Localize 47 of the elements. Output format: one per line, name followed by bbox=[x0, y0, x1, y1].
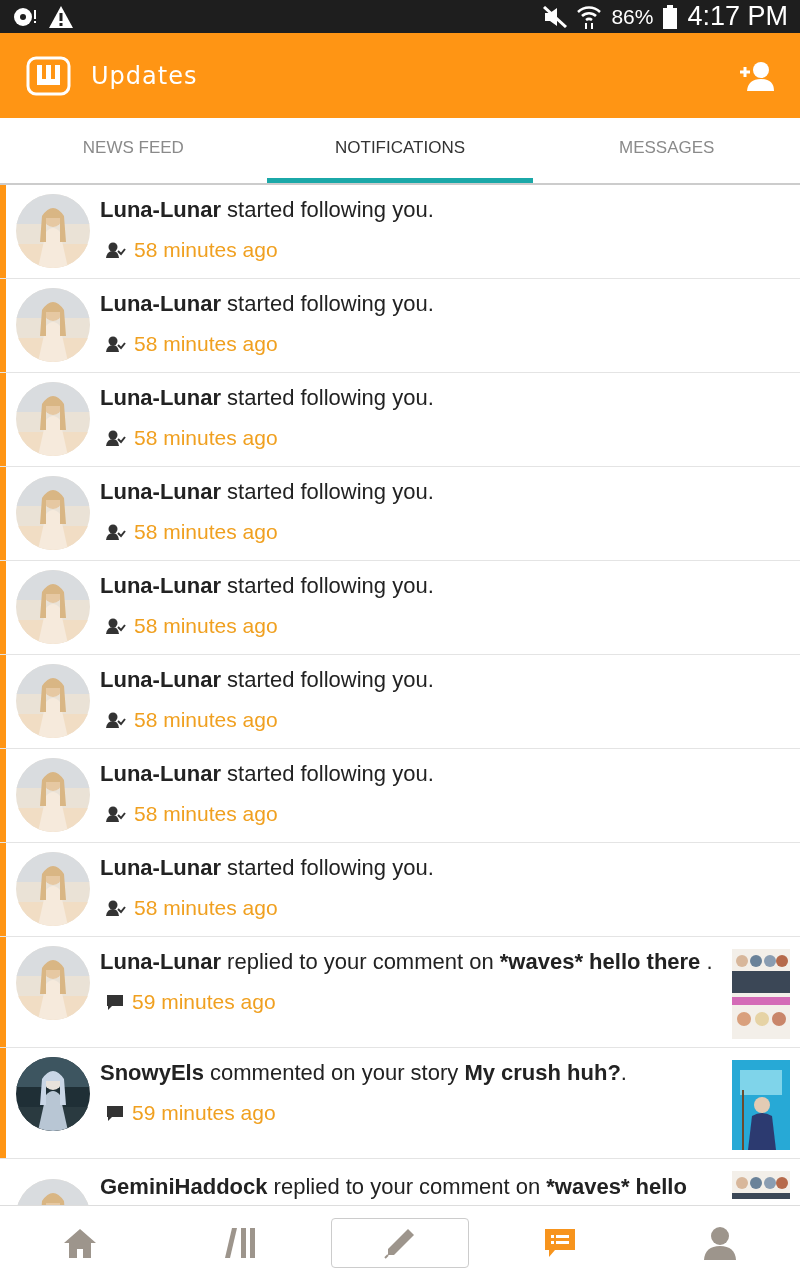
comment-icon bbox=[106, 1104, 124, 1122]
user-check-icon bbox=[106, 242, 126, 258]
battery-icon bbox=[663, 4, 678, 29]
user-check-icon bbox=[106, 712, 126, 728]
notification-text: Luna-Lunar replied to your comment on *waves* hello there . bbox=[100, 948, 714, 976]
warning-icon bbox=[48, 4, 74, 29]
app-logo-icon[interactable] bbox=[26, 55, 71, 96]
notification-text: Luna-Lunar started following you. bbox=[100, 290, 435, 318]
notification-text: Luna-Lunar started following you. bbox=[100, 196, 435, 224]
notification-text: SnowyEls commented on your story My crush huh?. bbox=[100, 1059, 628, 1087]
timestamp: 59 minutes ago bbox=[132, 990, 276, 1014]
timestamp: 58 minutes ago bbox=[134, 614, 278, 638]
timestamp: 58 minutes ago bbox=[134, 426, 278, 450]
user-check-icon bbox=[106, 524, 126, 540]
library-icon[interactable] bbox=[224, 1227, 256, 1259]
tab[interactable]: MESSAGES bbox=[533, 118, 800, 183]
timestamp: 58 minutes ago bbox=[134, 520, 278, 544]
battery-level: 86% bbox=[611, 4, 654, 29]
timestamp: 58 minutes ago bbox=[134, 802, 278, 826]
timestamp: 58 minutes ago bbox=[134, 708, 278, 732]
notification-text: Luna-Lunar started following you. bbox=[100, 384, 435, 412]
mute-icon bbox=[543, 5, 568, 28]
wifi-icon bbox=[577, 3, 602, 30]
clock: 4:17 PM bbox=[687, 1, 788, 32]
user-check-icon bbox=[106, 336, 126, 352]
user-check-icon bbox=[106, 618, 126, 634]
comment-icon bbox=[106, 993, 124, 1011]
home-icon[interactable] bbox=[63, 1228, 97, 1258]
notification-text: Luna-Lunar started following you. bbox=[100, 478, 435, 506]
user-check-icon bbox=[106, 430, 126, 446]
notification-text: GeminiHaddock replied to your comment on *waves* hello bbox=[100, 1173, 688, 1201]
profile-icon[interactable] bbox=[703, 1226, 737, 1260]
timestamp: 58 minutes ago bbox=[134, 238, 278, 262]
notification-text: Luna-Lunar started following you. bbox=[100, 572, 435, 600]
notification-text: Luna-Lunar started following you. bbox=[100, 854, 435, 882]
user-check-icon bbox=[106, 900, 126, 916]
timestamp: 59 minutes ago bbox=[132, 1101, 276, 1125]
notification-text: Luna-Lunar started following you. bbox=[100, 666, 435, 694]
timestamp: 58 minutes ago bbox=[134, 896, 278, 920]
tab[interactable]: NEWS FEED bbox=[0, 118, 267, 183]
notifications-icon[interactable] bbox=[543, 1228, 577, 1258]
screen-title: Updates bbox=[91, 61, 199, 90]
timestamp: 58 minutes ago bbox=[134, 332, 278, 356]
user-check-icon bbox=[106, 806, 126, 822]
notification-text: Luna-Lunar started following you. bbox=[100, 760, 435, 788]
disc-icon bbox=[12, 5, 38, 28]
write-button[interactable] bbox=[331, 1218, 469, 1268]
